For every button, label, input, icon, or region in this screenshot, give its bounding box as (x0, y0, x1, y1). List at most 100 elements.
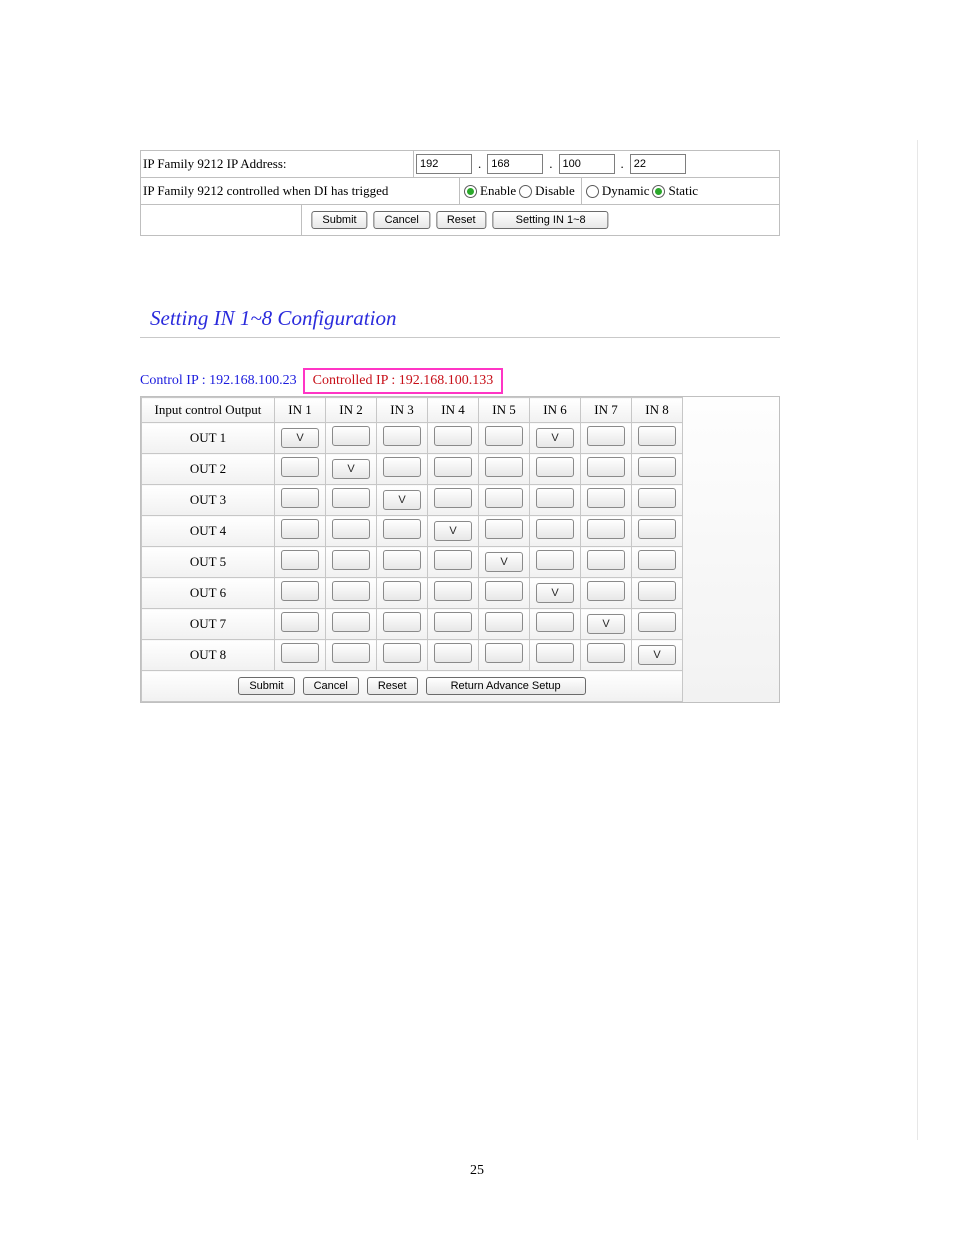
matrix-submit-button[interactable]: Submit (238, 677, 294, 695)
matrix-toggle-out5-in4[interactable] (434, 550, 472, 570)
matrix-toggle-out3-in7[interactable] (587, 488, 625, 508)
matrix-toggle-out1-in8[interactable] (638, 426, 676, 446)
matrix-toggle-out3-in3[interactable]: V (383, 490, 421, 510)
matrix-toggle-out6-in6[interactable]: V (536, 583, 574, 603)
matrix-toggle-out1-in1[interactable]: V (281, 428, 319, 448)
matrix-toggle-out3-in5[interactable] (485, 488, 523, 508)
matrix-toggle-out5-in8[interactable] (638, 550, 676, 570)
matrix-toggle-out7-in5[interactable] (485, 612, 523, 632)
matrix-toggle-out1-in3[interactable] (383, 426, 421, 446)
matrix-toggle-out2-in2[interactable]: V (332, 459, 370, 479)
matrix-toggle-out1-in2[interactable] (332, 426, 370, 446)
matrix-toggle-out4-in1[interactable] (281, 519, 319, 539)
matrix-toggle-out7-in6[interactable] (536, 612, 574, 632)
matrix-toggle-out3-in2[interactable] (332, 488, 370, 508)
matrix-toggle-out5-in5[interactable]: V (485, 552, 523, 572)
setting-in18-button[interactable]: Setting IN 1~8 (493, 211, 609, 229)
matrix-cancel-button[interactable]: Cancel (303, 677, 359, 695)
upper-actions-row: Submit Cancel Reset Setting IN 1~8 (140, 204, 780, 236)
matrix-cell: V (530, 578, 581, 609)
matrix-toggle-out8-in2[interactable] (332, 643, 370, 663)
reset-button[interactable]: Reset (436, 211, 487, 229)
matrix-cell (428, 423, 479, 454)
disable-radio[interactable] (519, 185, 532, 198)
matrix-toggle-out6-in3[interactable] (383, 581, 421, 601)
matrix-toggle-out4-in4[interactable]: V (434, 521, 472, 541)
matrix-cell (377, 640, 428, 671)
matrix-toggle-out8-in6[interactable] (536, 643, 574, 663)
matrix-toggle-out6-in4[interactable] (434, 581, 472, 601)
matrix-toggle-out8-in4[interactable] (434, 643, 472, 663)
matrix-toggle-out2-in1[interactable] (281, 457, 319, 477)
matrix-cell (479, 640, 530, 671)
matrix-toggle-out6-in8[interactable] (638, 581, 676, 601)
matrix-cell: V (581, 609, 632, 640)
return-advance-setup-button[interactable]: Return Advance Setup (426, 677, 586, 695)
matrix-toggle-out7-in8[interactable] (638, 612, 676, 632)
matrix-toggle-out2-in4[interactable] (434, 457, 472, 477)
matrix-toggle-out3-in4[interactable] (434, 488, 472, 508)
matrix-toggle-out7-in1[interactable] (281, 612, 319, 632)
matrix-toggle-out4-in6[interactable] (536, 519, 574, 539)
matrix-toggle-out3-in8[interactable] (638, 488, 676, 508)
matrix-toggle-out6-in1[interactable] (281, 581, 319, 601)
matrix-toggle-out5-in1[interactable] (281, 550, 319, 570)
table-row: OUT 1VV (142, 423, 683, 454)
matrix-toggle-out5-in7[interactable] (587, 550, 625, 570)
matrix-cell: V (428, 516, 479, 547)
matrix-cell (275, 516, 326, 547)
matrix-toggle-out1-in6[interactable]: V (536, 428, 574, 448)
ip-octet-4[interactable] (630, 154, 686, 174)
matrix-cell: V (377, 485, 428, 516)
dynamic-label: Dynamic (602, 183, 650, 199)
matrix-toggle-out6-in2[interactable] (332, 581, 370, 601)
matrix-toggle-out7-in7[interactable]: V (587, 614, 625, 634)
matrix-cell (377, 578, 428, 609)
matrix-toggle-out4-in7[interactable] (587, 519, 625, 539)
matrix-toggle-out1-in7[interactable] (587, 426, 625, 446)
matrix-toggle-out7-in3[interactable] (383, 612, 421, 632)
matrix-toggle-out2-in7[interactable] (587, 457, 625, 477)
matrix-header-in2: IN 2 (326, 398, 377, 423)
matrix-toggle-out6-in7[interactable] (587, 581, 625, 601)
matrix-toggle-out1-in5[interactable] (485, 426, 523, 446)
submit-button[interactable]: Submit (311, 211, 367, 229)
matrix-toggle-out8-in7[interactable] (587, 643, 625, 663)
matrix-cell (326, 547, 377, 578)
matrix-toggle-out7-in4[interactable] (434, 612, 472, 632)
cancel-button[interactable]: Cancel (374, 211, 430, 229)
ip-octet-1[interactable] (416, 154, 472, 174)
matrix-toggle-out2-in5[interactable] (485, 457, 523, 477)
matrix-toggle-out4-in8[interactable] (638, 519, 676, 539)
matrix-toggle-out5-in6[interactable] (536, 550, 574, 570)
matrix-toggle-out2-in8[interactable] (638, 457, 676, 477)
matrix-toggle-out4-in5[interactable] (485, 519, 523, 539)
ip-octet-2[interactable] (487, 154, 543, 174)
static-radio[interactable] (652, 185, 665, 198)
matrix-cell (326, 609, 377, 640)
ip-octet-3[interactable] (559, 154, 615, 174)
matrix-cell (479, 578, 530, 609)
matrix-toggle-out8-in5[interactable] (485, 643, 523, 663)
matrix-cell (479, 423, 530, 454)
matrix-toggle-out8-in8[interactable]: V (638, 645, 676, 665)
matrix-reset-button[interactable]: Reset (367, 677, 418, 695)
matrix-toggle-out3-in1[interactable] (281, 488, 319, 508)
enable-radio[interactable] (464, 185, 477, 198)
matrix-toggle-out8-in1[interactable] (281, 643, 319, 663)
matrix-toggle-out1-in4[interactable] (434, 426, 472, 446)
row-label-out4: OUT 4 (142, 516, 275, 547)
matrix-toggle-out2-in6[interactable] (536, 457, 574, 477)
matrix-header-in4: IN 4 (428, 398, 479, 423)
matrix-toggle-out2-in3[interactable] (383, 457, 421, 477)
matrix-toggle-out4-in2[interactable] (332, 519, 370, 539)
matrix-toggle-out5-in3[interactable] (383, 550, 421, 570)
dynamic-radio[interactable] (586, 185, 599, 198)
table-row: OUT 4 V (142, 516, 683, 547)
matrix-toggle-out5-in2[interactable] (332, 550, 370, 570)
matrix-toggle-out7-in2[interactable] (332, 612, 370, 632)
matrix-toggle-out6-in5[interactable] (485, 581, 523, 601)
matrix-toggle-out4-in3[interactable] (383, 519, 421, 539)
matrix-toggle-out3-in6[interactable] (536, 488, 574, 508)
matrix-toggle-out8-in3[interactable] (383, 643, 421, 663)
